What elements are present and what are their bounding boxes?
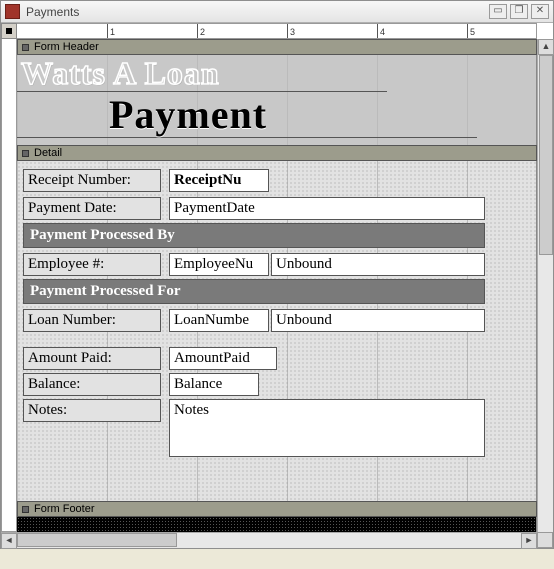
scroll-right-icon[interactable]: ► — [521, 533, 537, 549]
field-employee-number[interactable]: EmployeeNu — [169, 253, 269, 276]
section-label: Form Header — [34, 41, 99, 53]
window-title: Payments — [26, 5, 489, 19]
field-amount-paid[interactable]: AmountPaid — [169, 347, 277, 370]
label-receipt-number[interactable]: Receipt Number: — [23, 169, 161, 192]
form-footer-area[interactable] — [17, 517, 537, 532]
label-balance[interactable]: Balance: — [23, 373, 161, 396]
label-notes[interactable]: Notes: — [23, 399, 161, 422]
form-header-area[interactable]: Watts A Loan Payment — [17, 55, 537, 145]
field-notes[interactable]: Notes — [169, 399, 485, 457]
section-selector-icon — [22, 44, 29, 51]
canvas: Form Header Watts A Loan Payment Detail … — [17, 39, 537, 532]
label-payment-date[interactable]: Payment Date: — [23, 197, 161, 220]
banner-processed-for[interactable]: Payment Processed For — [23, 279, 485, 304]
scroll-up-icon[interactable]: ▲ — [538, 39, 554, 55]
minimize-button[interactable]: ▭ — [489, 4, 507, 19]
scrollbar-horizontal[interactable]: ◄ ► — [1, 532, 537, 548]
label-employee-number[interactable]: Employee #: — [23, 253, 161, 276]
scrollbar-vertical[interactable]: ▲ — [537, 39, 553, 532]
field-balance[interactable]: Balance — [169, 373, 259, 396]
ruler-mark: 2 — [197, 24, 205, 39]
field-employee-display[interactable]: Unbound — [271, 253, 485, 276]
scroll-thumb-vertical[interactable] — [539, 55, 553, 255]
label-amount-paid[interactable]: Amount Paid: — [23, 347, 161, 370]
section-selector-icon — [22, 506, 29, 513]
header-form-title[interactable]: Payment — [109, 91, 267, 138]
titlebar[interactable]: Payments ▭ ❐ ✕ — [1, 1, 553, 23]
design-surface: 1 2 3 4 5 Form Header Watts A Loan Payme… — [1, 23, 553, 548]
section-selector-icon — [22, 150, 29, 157]
ruler-horizontal[interactable]: 1 2 3 4 5 — [17, 23, 537, 39]
section-bar-detail[interactable]: Detail — [17, 145, 537, 161]
resize-grip[interactable] — [537, 532, 553, 548]
field-payment-date[interactable]: PaymentDate — [169, 197, 485, 220]
section-bar-footer[interactable]: Form Footer — [17, 501, 537, 517]
maximize-button[interactable]: ❐ — [510, 4, 528, 19]
ruler-mark: 5 — [467, 24, 475, 39]
close-button[interactable]: ✕ — [531, 4, 549, 19]
form-selector-box[interactable] — [1, 23, 17, 39]
label-loan-number[interactable]: Loan Number: — [23, 309, 161, 332]
ruler-vertical[interactable] — [1, 39, 17, 532]
ruler-mark: 4 — [377, 24, 385, 39]
detail-area[interactable]: Receipt Number: ReceiptNu Payment Date: … — [17, 161, 537, 501]
access-app-icon — [5, 4, 20, 19]
ruler-mark: 1 — [107, 24, 115, 39]
field-loan-number[interactable]: LoanNumbe — [169, 309, 269, 332]
section-bar-header[interactable]: Form Header — [17, 39, 537, 55]
ruler-mark: 3 — [287, 24, 295, 39]
field-receipt-number[interactable]: ReceiptNu — [169, 169, 269, 192]
banner-processed-by[interactable]: Payment Processed By — [23, 223, 485, 248]
section-label: Form Footer — [34, 503, 95, 515]
window: Payments ▭ ❐ ✕ 1 2 3 4 5 Form Header — [0, 0, 554, 549]
scroll-left-icon[interactable]: ◄ — [1, 533, 17, 549]
section-label: Detail — [34, 147, 62, 159]
field-loan-display[interactable]: Unbound — [271, 309, 485, 332]
header-company-title[interactable]: Watts A Loan — [21, 55, 220, 92]
scroll-thumb-horizontal[interactable] — [17, 533, 177, 547]
